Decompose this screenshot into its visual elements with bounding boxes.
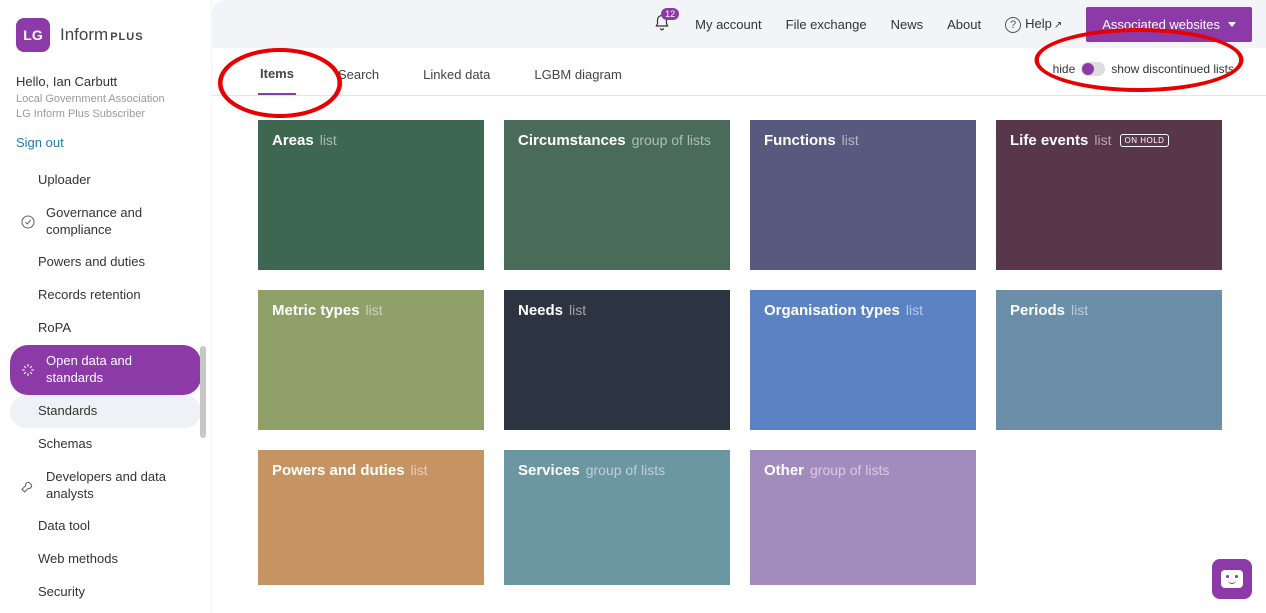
sidebar-item-label: Powers and duties xyxy=(38,254,145,271)
sidebar-scrollbar[interactable] xyxy=(200,346,206,438)
sidebar-item-web-methods[interactable]: Web methods xyxy=(10,543,201,576)
card-needs[interactable]: Needs list xyxy=(504,290,730,430)
user-org: Local Government Association xyxy=(16,92,201,107)
sidebar-item-ropa[interactable]: RoPA xyxy=(10,312,201,345)
sidebar-item-label: Open data and standards xyxy=(46,353,191,387)
nav-file-exchange[interactable]: File exchange xyxy=(786,17,867,32)
help-icon: ? xyxy=(1005,17,1021,33)
card-title: Metric types xyxy=(272,302,360,319)
brand-name: InformPLUS xyxy=(60,25,144,45)
tab-search[interactable]: Search xyxy=(336,57,381,94)
card-title: Functions xyxy=(764,132,836,149)
toggle-label-show: show discontinued lists xyxy=(1111,62,1234,76)
brand[interactable]: LG InformPLUS xyxy=(10,18,201,52)
nav-help[interactable]: ?Help↗ xyxy=(1005,16,1062,33)
card-other[interactable]: Other group of lists xyxy=(750,450,976,585)
sidebar-item-open-data-and-standards[interactable]: Open data and standards xyxy=(10,345,201,395)
card-subtitle: list xyxy=(906,302,923,318)
user-role: LG Inform Plus Subscriber xyxy=(16,107,201,122)
check-icon xyxy=(20,214,36,230)
spark-icon xyxy=(20,362,36,378)
card-periods[interactable]: Periods list xyxy=(996,290,1222,430)
card-powers-and-duties[interactable]: Powers and duties list xyxy=(258,450,484,585)
card-title: Life events xyxy=(1010,132,1088,149)
card-life-events[interactable]: Life events list ON HOLD xyxy=(996,120,1222,270)
sidebar: LG InformPLUS Hello, Ian Carbutt Local G… xyxy=(0,0,212,613)
card-title: Services xyxy=(518,462,580,479)
sidebar-item-data-tool[interactable]: Data tool xyxy=(10,510,201,543)
card-metric-types[interactable]: Metric types list xyxy=(258,290,484,430)
sidebar-item-schemas[interactable]: Schemas xyxy=(10,428,201,461)
topbar: 12 My account File exchange News About ?… xyxy=(212,0,1266,48)
card-subtitle: list xyxy=(842,132,859,148)
tab-lgbm-diagram[interactable]: LGBM diagram xyxy=(532,57,623,94)
card-subtitle: list xyxy=(1094,132,1111,148)
chevron-down-icon xyxy=(1228,22,1236,27)
notifications-button[interactable]: 12 xyxy=(653,14,671,35)
card-subtitle: list xyxy=(366,302,383,318)
sidebar-item-label: Data tool xyxy=(38,518,90,535)
card-subtitle: list xyxy=(569,302,586,318)
card-title: Powers and duties xyxy=(272,462,405,479)
wrench-icon xyxy=(20,478,36,494)
sidebar-item-governance-and-compliance[interactable]: Governance and compliance xyxy=(10,197,201,247)
sidebar-item-standards[interactable]: Standards xyxy=(10,395,201,428)
nav-about[interactable]: About xyxy=(947,17,981,32)
toggle-label-hide: hide xyxy=(1053,62,1076,76)
nav-news[interactable]: News xyxy=(891,17,924,32)
main: 12 My account File exchange News About ?… xyxy=(212,0,1266,613)
card-services[interactable]: Services group of lists xyxy=(504,450,730,585)
card-organisation-types[interactable]: Organisation types list xyxy=(750,290,976,430)
card-subtitle: list xyxy=(320,132,337,148)
sidebar-item-label: Schemas xyxy=(38,436,92,453)
sidebar-item-developers-and-data-analysts[interactable]: Developers and data analysts xyxy=(10,461,201,511)
tab-items[interactable]: Items xyxy=(258,56,296,95)
status-badge: ON HOLD xyxy=(1120,134,1170,147)
card-subtitle: group of lists xyxy=(632,132,711,148)
tabbar: Items Search Linked data LGBM diagram hide … xyxy=(212,48,1266,96)
sidebar-item-uploader[interactable]: Uploader xyxy=(10,164,201,197)
tab-linked-data[interactable]: Linked data xyxy=(421,57,492,94)
sidebar-item-records-retention[interactable]: Records retention xyxy=(10,279,201,312)
associated-websites-button[interactable]: Associated websites xyxy=(1086,7,1252,42)
sidebar-item-label: Web methods xyxy=(38,551,118,568)
sign-out-link[interactable]: Sign out xyxy=(16,135,64,150)
sidebar-item-powers-and-duties[interactable]: Powers and duties xyxy=(10,246,201,279)
notifications-count: 12 xyxy=(661,8,679,20)
card-title: Needs xyxy=(518,302,563,319)
content-area: Areas list Circumstances group of lists Func… xyxy=(212,96,1266,613)
user-greeting: Hello, Ian Carbutt xyxy=(16,74,201,89)
sidebar-nav: Uploader Governance and compliance Powers … xyxy=(10,164,201,609)
sidebar-item-label: Governance and compliance xyxy=(46,205,191,239)
sidebar-item-security[interactable]: Security xyxy=(10,576,201,609)
external-link-icon: ↗ xyxy=(1054,20,1062,31)
sidebar-item-label: Security xyxy=(38,584,85,601)
toggle-switch[interactable] xyxy=(1081,62,1105,76)
sidebar-item-label: Uploader xyxy=(38,172,91,189)
card-title: Other xyxy=(764,462,804,479)
card-title: Areas xyxy=(272,132,314,149)
brand-badge: LG xyxy=(16,18,50,52)
sidebar-item-label: Standards xyxy=(38,403,97,420)
card-title: Periods xyxy=(1010,302,1065,319)
user-block: Hello, Ian Carbutt Local Government Asso… xyxy=(10,74,201,150)
chat-button[interactable] xyxy=(1212,559,1252,599)
nav-my-account[interactable]: My account xyxy=(695,17,761,32)
card-circumstances[interactable]: Circumstances group of lists xyxy=(504,120,730,270)
card-subtitle: group of lists xyxy=(810,462,889,478)
discontinued-toggle[interactable]: hide show discontinued lists xyxy=(1053,62,1234,76)
card-title: Circumstances xyxy=(518,132,626,149)
sidebar-item-label: RoPA xyxy=(38,320,71,337)
sidebar-item-label: Records retention xyxy=(38,287,141,304)
card-subtitle: list xyxy=(1071,302,1088,318)
card-areas[interactable]: Areas list xyxy=(258,120,484,270)
card-subtitle: list xyxy=(411,462,428,478)
card-subtitle: group of lists xyxy=(586,462,665,478)
sidebar-item-label: Developers and data analysts xyxy=(46,469,191,503)
card-functions[interactable]: Functions list xyxy=(750,120,976,270)
card-title: Organisation types xyxy=(764,302,900,319)
card-grid: Areas list Circumstances group of lists Func… xyxy=(258,120,1234,585)
